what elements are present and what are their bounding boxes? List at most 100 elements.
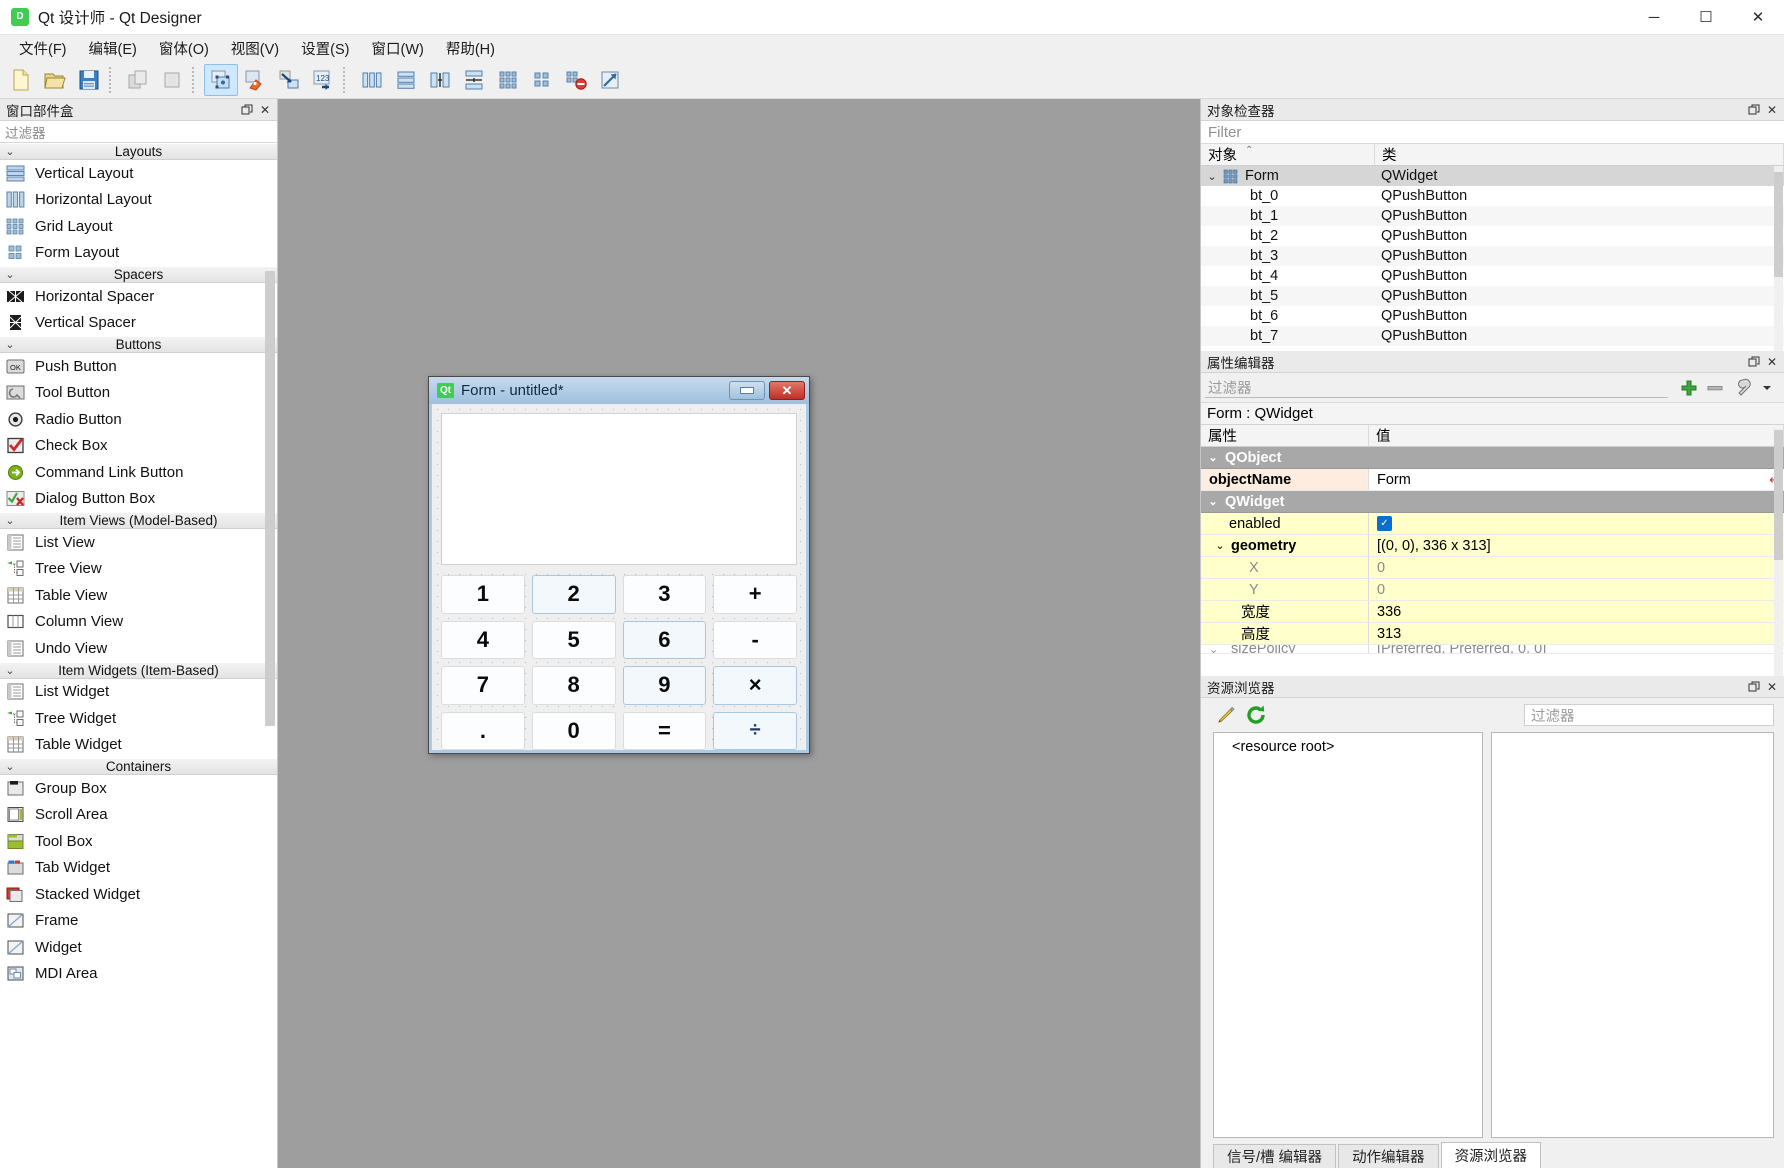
tab-resource-browser[interactable]: 资源浏览器 xyxy=(1440,1142,1542,1168)
widget-item-vertical-spacer[interactable]: Vertical Spacer xyxy=(0,310,277,337)
float-icon[interactable] xyxy=(1746,354,1762,370)
key-6[interactable]: 6 xyxy=(622,620,707,659)
widget-category-containers[interactable]: ⌄ Containers xyxy=(0,758,277,775)
save-file-icon[interactable] xyxy=(72,64,106,96)
table-row[interactable]: bt_1 QPushButton xyxy=(1201,206,1784,226)
calculator-display[interactable] xyxy=(441,413,797,565)
close-icon[interactable]: ✕ xyxy=(1764,102,1780,118)
break-layout-icon[interactable] xyxy=(559,64,593,96)
layout-splitter-horizontal-icon[interactable] xyxy=(423,64,457,96)
property-editor-filter-input[interactable]: 过滤器 xyxy=(1205,377,1668,398)
column-property[interactable]: 属性 xyxy=(1201,425,1369,446)
scrollbar-thumb[interactable] xyxy=(265,271,275,726)
widget-item-frame[interactable]: Frame xyxy=(0,908,277,935)
layout-grid-icon[interactable] xyxy=(491,64,525,96)
key-2[interactable]: 2 xyxy=(531,575,616,614)
widget-box-filter-input[interactable]: 过滤器 xyxy=(0,121,277,143)
property-group-qobject[interactable]: ⌄ QObject xyxy=(1201,447,1784,469)
open-file-icon[interactable] xyxy=(38,64,72,96)
widget-item-table-view[interactable]: Table View xyxy=(0,582,277,609)
property-row-enabled[interactable]: enabled ✓ xyxy=(1201,513,1784,535)
widget-category-buttons[interactable]: ⌄ Buttons xyxy=(0,336,277,353)
reload-icon[interactable] xyxy=(1241,701,1271,729)
edit-resources-icon[interactable] xyxy=(1211,701,1241,729)
key-divide[interactable]: ÷ xyxy=(713,711,797,750)
property-row-sizepolicy[interactable]: ⌄ sizePolicy [Preferred, Preferred, 0, 0] xyxy=(1201,645,1784,654)
column-object[interactable]: 对象 ⌃ xyxy=(1201,144,1375,165)
widget-item-list-view[interactable]: List View xyxy=(0,529,277,556)
resource-root-label[interactable]: <resource root> xyxy=(1232,739,1334,755)
float-icon[interactable] xyxy=(239,102,255,118)
widget-category-item-widgets[interactable]: ⌄ Item Widgets (Item-Based) xyxy=(0,661,277,679)
form-minimize-button[interactable] xyxy=(729,381,765,400)
widget-category-spacers[interactable]: ⌄ Spacers xyxy=(0,266,277,283)
resource-browser-filter-input[interactable]: 过滤器 xyxy=(1524,704,1774,726)
tab-action-editor[interactable]: 动作编辑器 xyxy=(1338,1144,1439,1168)
scrollbar-thumb[interactable] xyxy=(1774,172,1783,277)
widget-item-horizontal-spacer[interactable]: Horizontal Spacer xyxy=(0,283,277,310)
widget-item-group-box[interactable]: Group Box xyxy=(0,775,277,802)
key-7[interactable]: 7 xyxy=(441,666,525,705)
widget-item-vertical-layout[interactable]: Vertical Layout xyxy=(0,160,277,187)
close-icon[interactable]: ✕ xyxy=(1764,679,1780,695)
redo-icon[interactable] xyxy=(155,64,189,96)
edit-signals-slots-icon[interactable] xyxy=(238,64,272,96)
form-close-button[interactable]: ✕ xyxy=(769,381,805,400)
widget-item-tool-button[interactable]: Tool Button xyxy=(0,380,277,407)
property-row-geometry-x[interactable]: X 0 xyxy=(1201,557,1784,579)
remove-property-icon[interactable] xyxy=(1702,376,1728,400)
enabled-checkbox[interactable]: ✓ xyxy=(1377,516,1392,531)
key-4[interactable]: 4 xyxy=(441,620,525,659)
key-decimal-point[interactable]: . xyxy=(441,711,525,750)
widget-item-widget[interactable]: Widget xyxy=(0,934,277,961)
dropdown-icon[interactable] xyxy=(1754,376,1780,400)
close-button[interactable]: ✕ xyxy=(1732,0,1784,35)
resource-preview[interactable] xyxy=(1491,732,1774,1138)
object-inspector-scrollbar[interactable] xyxy=(1774,166,1783,351)
widget-item-tab-widget[interactable]: Tab Widget xyxy=(0,855,277,882)
layout-vertically-icon[interactable] xyxy=(389,64,423,96)
property-value[interactable]: 0 xyxy=(1377,560,1385,576)
widget-box-scrollbar[interactable] xyxy=(265,271,275,726)
table-row[interactable]: bt_5 QPushButton xyxy=(1201,286,1784,306)
configure-icon[interactable] xyxy=(1728,376,1754,400)
chevron-down-icon[interactable]: ⌄ xyxy=(1209,645,1231,653)
chevron-down-icon[interactable]: ⌄ xyxy=(1209,539,1231,552)
key-plus[interactable]: + xyxy=(713,575,797,614)
form-canvas[interactable]: Qt Form - untitled* ✕ 1 2 3 + 4 5 6 - 7 … xyxy=(278,99,1200,1168)
property-row-geometry[interactable]: ⌄ geometry [(0, 0), 336 x 313] xyxy=(1201,535,1784,557)
widget-category-layouts[interactable]: ⌄ Layouts xyxy=(0,143,277,160)
widget-item-grid-layout[interactable]: Grid Layout xyxy=(0,213,277,240)
property-row-height[interactable]: 高度 313 xyxy=(1201,623,1784,645)
edit-widgets-icon[interactable] xyxy=(204,63,238,96)
form-preview-window[interactable]: Qt Form - untitled* ✕ 1 2 3 + 4 5 6 - 7 … xyxy=(428,376,810,754)
maximize-button[interactable]: ☐ xyxy=(1680,0,1732,35)
layout-splitter-vertical-icon[interactable] xyxy=(457,64,491,96)
table-row[interactable]: ⌄ Form QWidget xyxy=(1201,166,1784,186)
menu-edit[interactable]: 编辑(E) xyxy=(78,35,148,62)
widget-item-tool-box[interactable]: Tool Box xyxy=(0,828,277,855)
key-1[interactable]: 1 xyxy=(441,575,525,614)
minimize-button[interactable]: ─ xyxy=(1628,0,1680,35)
key-multiply[interactable]: × xyxy=(713,666,797,705)
table-row[interactable]: bt_7 QPushButton xyxy=(1201,326,1784,346)
widget-item-table-widget[interactable]: Table Widget xyxy=(0,732,277,759)
widget-item-form-layout[interactable]: Form Layout xyxy=(0,240,277,267)
resource-tree[interactable]: <resource root> xyxy=(1213,732,1483,1138)
table-row[interactable]: bt_6 QPushButton xyxy=(1201,306,1784,326)
tab-signal-slot-editor[interactable]: 信号/槽 编辑器 xyxy=(1213,1144,1337,1168)
widget-item-undo-view[interactable]: Undo View xyxy=(0,635,277,662)
adjust-size-icon[interactable] xyxy=(593,64,627,96)
key-minus[interactable]: - xyxy=(713,620,797,659)
chevron-down-icon[interactable]: ⌄ xyxy=(1201,170,1223,183)
edit-buddies-icon[interactable] xyxy=(272,64,306,96)
widget-item-push-button[interactable]: OK Push Button xyxy=(0,353,277,380)
scrollbar-thumb[interactable] xyxy=(1774,430,1783,560)
column-value[interactable]: 值 xyxy=(1369,425,1784,446)
widget-item-horizontal-layout[interactable]: Horizontal Layout xyxy=(0,187,277,214)
layout-horizontally-icon[interactable] xyxy=(355,64,389,96)
property-row-width[interactable]: 宽度 336 xyxy=(1201,601,1784,623)
property-group-qwidget[interactable]: ⌄ QWidget xyxy=(1201,491,1784,513)
key-9[interactable]: 9 xyxy=(622,666,707,705)
widget-item-dialog-button-box[interactable]: Dialog Button Box xyxy=(0,486,277,513)
